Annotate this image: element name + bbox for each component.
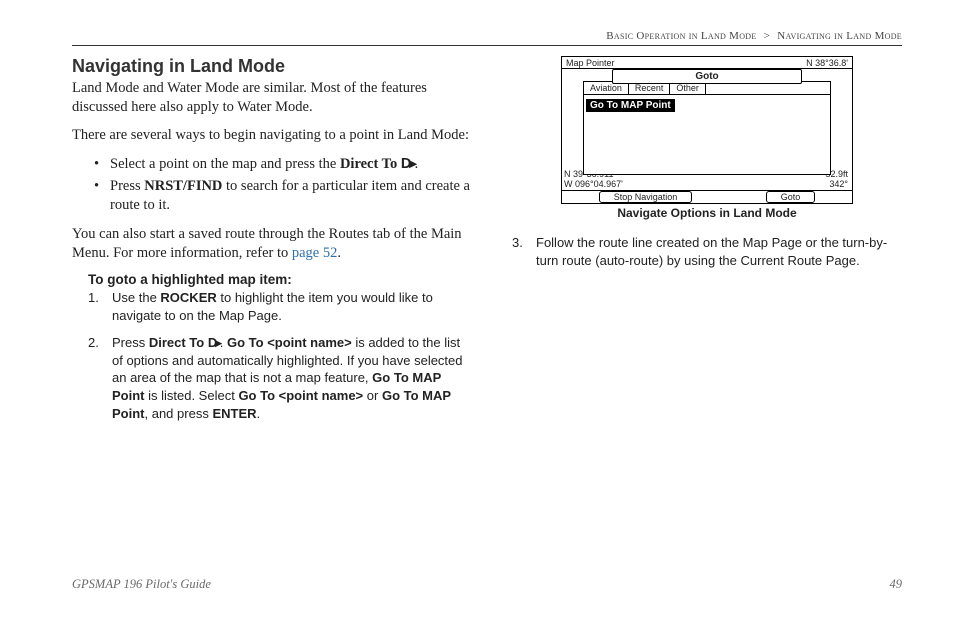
routes-paragraph: You can also start a saved route through… xyxy=(72,225,474,262)
content-columns: Navigating in Land Mode Land Mode and Wa… xyxy=(72,56,902,432)
step-2-goto-point: Go To <point name> xyxy=(227,335,352,350)
screenshot-titlebar: Goto xyxy=(612,69,802,84)
right-column: Map Pointer N 38°36.8' Goto Aviation Rec… xyxy=(512,56,902,432)
screenshot-top-bar: Map Pointer N 38°36.8' xyxy=(562,57,852,69)
device-screenshot: Map Pointer N 38°36.8' Goto Aviation Rec… xyxy=(561,56,853,204)
page-root: Basic Operation in Land Mode > Navigatin… xyxy=(0,0,954,618)
page-title: Navigating in Land Mode xyxy=(72,56,474,77)
right-steps-list: 3. Follow the route line created on the … xyxy=(512,234,902,269)
step-1-a: Use the xyxy=(112,290,160,305)
breadcrumb-page: Navigating in Land Mode xyxy=(777,30,902,42)
steps-heading: To goto a highlighted map item: xyxy=(88,272,474,287)
routes-text-a: You can also start a saved route through… xyxy=(72,226,462,261)
step-1: 1. Use the ROCKER to highlight the item … xyxy=(72,289,474,324)
screenshot-goto-button: Goto xyxy=(766,191,816,203)
bullet-item-1: • Select a point on the map and press th… xyxy=(72,155,474,174)
breadcrumb-separator: > xyxy=(764,30,771,42)
step-3-text: Follow the route line created on the Map… xyxy=(536,235,887,268)
step-2-c: . xyxy=(220,335,227,350)
figure: Map Pointer N 38°36.8' Goto Aviation Rec… xyxy=(561,56,853,220)
step-3-number: 3. xyxy=(512,234,523,252)
step-2-goto-point-2: Go To <point name> xyxy=(238,388,363,403)
screenshot-stop-nav-button: Stop Navigation xyxy=(599,191,693,203)
steps-list: 1. Use the ROCKER to highlight the item … xyxy=(72,289,474,422)
screenshot-highlighted-option: Go To MAP Point xyxy=(586,99,675,112)
direct-to-icon: D▸ xyxy=(401,156,415,172)
bullet-dot-icon: • xyxy=(94,177,99,196)
bullet-item-2: • Press NRST/FIND to search for a partic… xyxy=(72,177,474,215)
footer-page-number: 49 xyxy=(890,577,903,592)
coord-brg: 342° xyxy=(825,179,848,189)
step-2-direct-to: Direct To xyxy=(149,335,208,350)
direct-to-icon: D▸ xyxy=(208,335,220,350)
intro-paragraph-2: There are several ways to begin navigati… xyxy=(72,126,474,145)
step-2-i: or xyxy=(363,388,382,403)
step-2-enter: ENTER xyxy=(212,406,256,421)
bullet-2-text-a: Press xyxy=(110,178,144,194)
routes-text-b: . xyxy=(337,245,341,261)
step-2-a: Press xyxy=(112,335,149,350)
left-column: Navigating in Land Mode Land Mode and Wa… xyxy=(72,56,474,432)
bullet-1-direct-to: Direct To xyxy=(340,156,401,172)
step-2: 2. Press Direct To D▸. Go To <point name… xyxy=(72,334,474,422)
screenshot-button-row: Stop Navigation Goto xyxy=(562,190,852,203)
bullet-dot-icon: • xyxy=(94,155,99,174)
intro-paragraph-1: Land Mode and Water Mode are similar. Mo… xyxy=(72,79,474,116)
step-2-number: 2. xyxy=(88,334,99,352)
breadcrumb: Basic Operation in Land Mode > Navigatin… xyxy=(72,30,902,42)
step-2-m: . xyxy=(257,406,261,421)
screenshot-top-left: Map Pointer xyxy=(566,58,615,68)
page-footer: GPSMAP 196 Pilot's Guide 49 xyxy=(72,577,902,592)
bullet-list: • Select a point on the map and press th… xyxy=(72,155,474,216)
bullet-1-text-a: Select a point on the map and press the xyxy=(110,156,340,172)
bullet-2-nrst-find: NRST/FIND xyxy=(144,178,222,194)
header-rule xyxy=(72,45,902,46)
page-52-link[interactable]: page 52 xyxy=(292,245,338,261)
breadcrumb-section: Basic Operation in Land Mode xyxy=(606,30,756,42)
step-2-g: is listed. Select xyxy=(145,388,239,403)
screenshot-panel: Aviation Recent Other Go To MAP Point xyxy=(583,81,831,175)
step-1-number: 1. xyxy=(88,289,99,307)
screenshot-top-right: N 38°36.8' xyxy=(806,58,848,68)
footer-guide-name: GPSMAP 196 Pilot's Guide xyxy=(72,577,211,592)
bullet-1-text-c: . xyxy=(415,156,419,172)
step-1-rocker: ROCKER xyxy=(160,290,216,305)
step-2-k: , and press xyxy=(145,406,213,421)
coord-lon: W 096°04.967' xyxy=(564,179,623,189)
step-3: 3. Follow the route line created on the … xyxy=(512,234,902,269)
figure-caption: Navigate Options in Land Mode xyxy=(561,206,853,220)
